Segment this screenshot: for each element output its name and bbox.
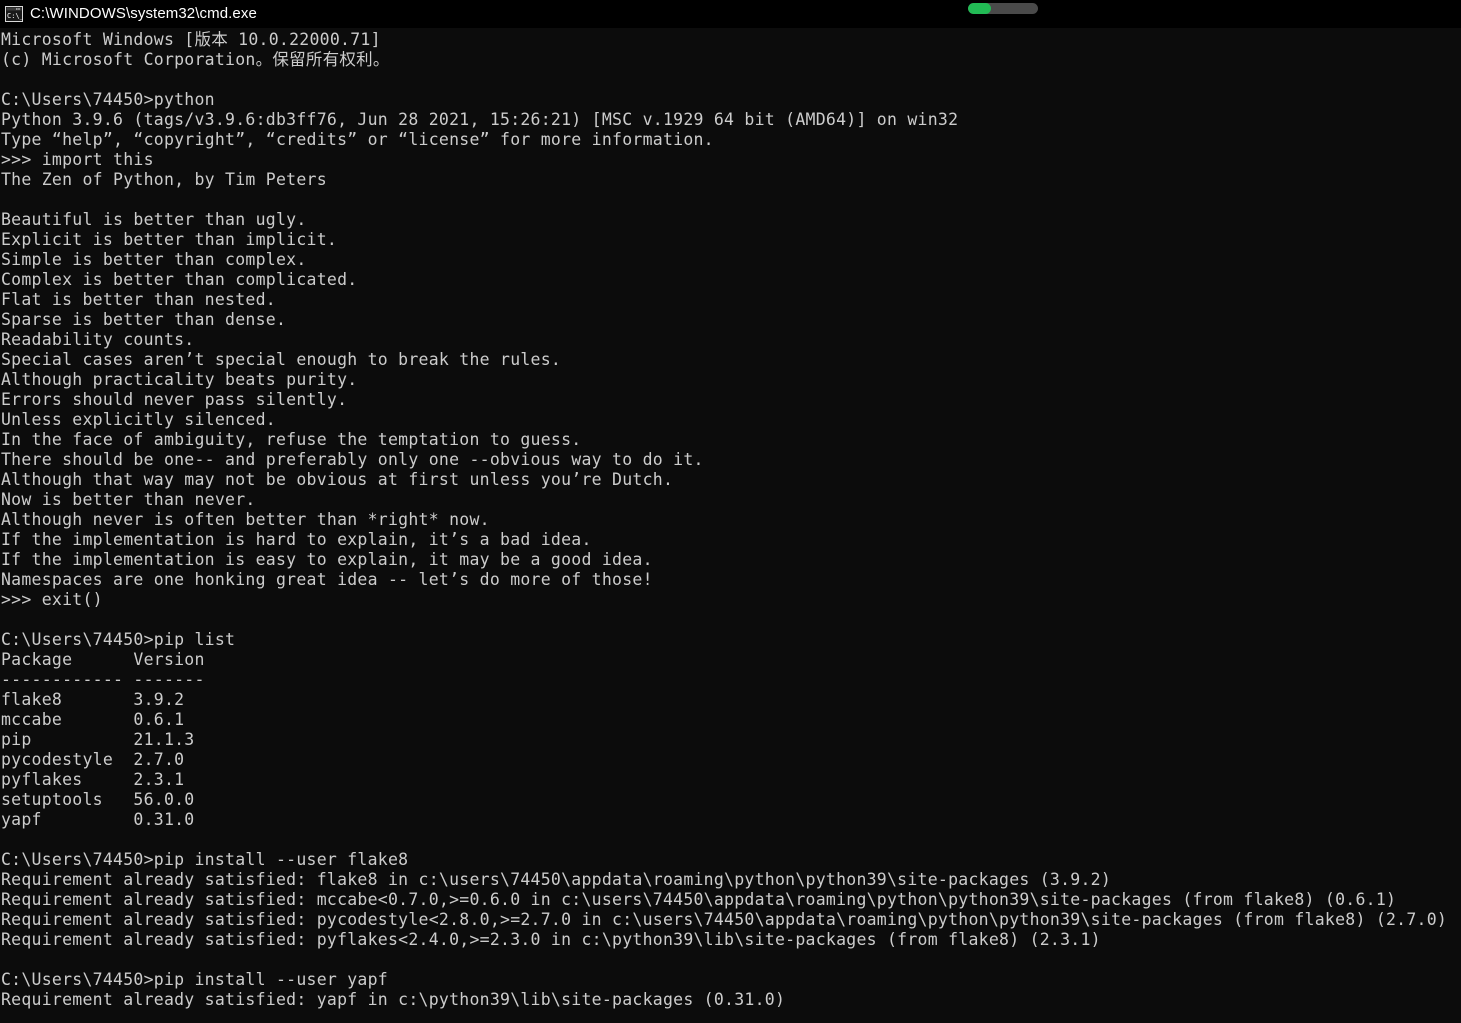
- console-line: There should be one-- and preferably onl…: [1, 450, 704, 469]
- console-line: If the implementation is hard to explain…: [1, 530, 592, 549]
- window-title: C:\WINDOWS\system32\cmd.exe: [30, 5, 257, 22]
- console-line: Now is better than never.: [1, 490, 256, 509]
- console-output-area[interactable]: Microsoft Windows [版本 10.0.22000.71] (c) …: [0, 28, 1461, 1023]
- console-line: Python 3.9.6 (tags/v3.9.6:db3ff76, Jun 2…: [1, 110, 959, 129]
- progress-bar[interactable]: [968, 3, 1038, 14]
- console-line: (c) Microsoft Corporation。保留所有权利。: [1, 50, 390, 69]
- console-line: Requirement already satisfied: pyflakes<…: [1, 930, 1101, 949]
- console-line: Although never is often better than *rig…: [1, 510, 490, 529]
- console-line: flake8 3.9.2: [1, 690, 185, 709]
- console-line: Errors should never pass silently.: [1, 390, 348, 409]
- console-line: setuptools 56.0.0: [1, 790, 195, 809]
- console-line: Package Version: [1, 650, 205, 669]
- console-line: In the face of ambiguity, refuse the tem…: [1, 430, 582, 449]
- svg-text:C:\_: C:\_: [7, 12, 23, 20]
- console-line: Simple is better than complex.: [1, 250, 307, 269]
- console-line: Explicit is better than implicit.: [1, 230, 338, 249]
- console-line: >>> exit(): [1, 590, 103, 609]
- console-line: Flat is better than nested.: [1, 290, 276, 309]
- console-line: mccabe 0.6.1: [1, 710, 185, 729]
- console-line: Microsoft Windows [版本 10.0.22000.71]: [1, 30, 381, 49]
- console-line: Special cases aren’t special enough to b…: [1, 350, 562, 369]
- console-line: Readability counts.: [1, 330, 195, 349]
- console-line: C:\Users\74450>pip install --user flake8: [1, 850, 409, 869]
- progress-bar-fill: [968, 3, 992, 14]
- console-line: Requirement already satisfied: mccabe<0.…: [1, 890, 1397, 909]
- console-line: pip 21.1.3: [1, 730, 195, 749]
- console-line: Type “help”, “copyright”, “credits” or “…: [1, 130, 714, 149]
- console-line: Requirement already satisfied: yapf in c…: [1, 990, 786, 1009]
- console-line: yapf 0.31.0: [1, 810, 195, 829]
- console-line: If the implementation is easy to explain…: [1, 550, 653, 569]
- console-line: Beautiful is better than ugly.: [1, 210, 307, 229]
- console-line: Although practicality beats purity.: [1, 370, 358, 389]
- console-line: Requirement already satisfied: flake8 in…: [1, 870, 1112, 889]
- console-line: C:\Users\74450>python: [1, 90, 215, 109]
- console-line: pyflakes 2.3.1: [1, 770, 185, 789]
- console-line: Sparse is better than dense.: [1, 310, 287, 329]
- console-line: Requirement already satisfied: pycodesty…: [1, 910, 1448, 929]
- console-line: Namespaces are one honking great idea --…: [1, 570, 653, 589]
- cmd-console-icon: C:\_: [5, 6, 23, 22]
- console-line: ------------ -------: [1, 670, 205, 689]
- console-line: >>> import this: [1, 150, 154, 169]
- console-line: C:\Users\74450>pip install --user yapf: [1, 970, 388, 989]
- console-line: pycodestyle 2.7.0: [1, 750, 185, 769]
- window-title-bar[interactable]: C:\_ C:\WINDOWS\system32\cmd.exe: [0, 0, 1461, 28]
- console-line: C:\Users\74450>pip list: [1, 630, 236, 649]
- console-line: Unless explicitly silenced.: [1, 410, 276, 429]
- console-line: Complex is better than complicated.: [1, 270, 358, 289]
- console-line: The Zen of Python, by Tim Peters: [1, 170, 327, 189]
- console-line: Although that way may not be obvious at …: [1, 470, 674, 489]
